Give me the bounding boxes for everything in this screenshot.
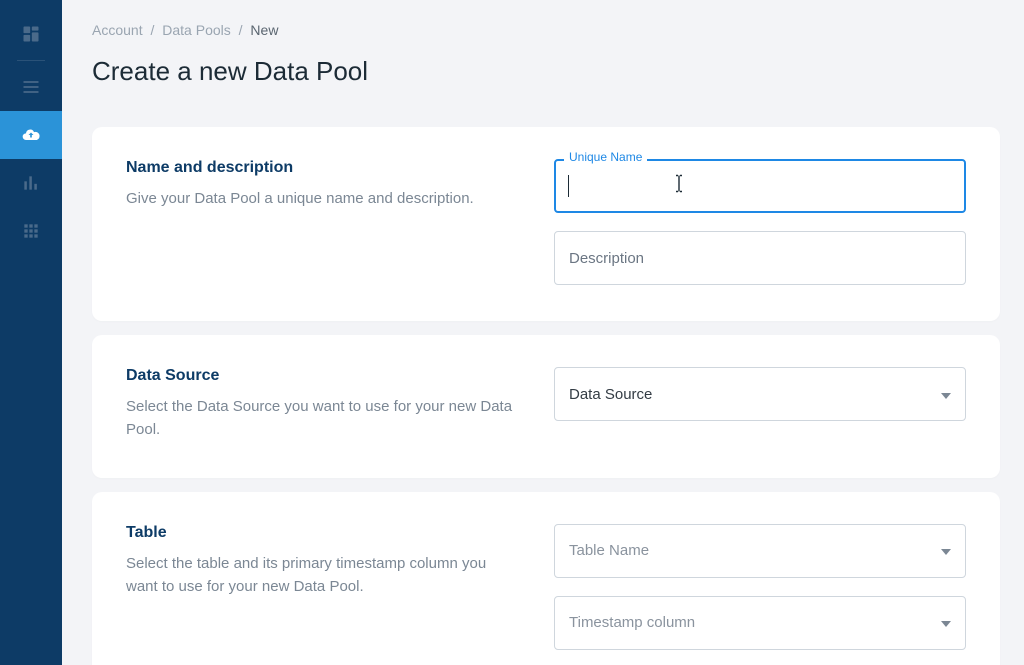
- unique-name-field-wrap: Unique Name: [554, 159, 966, 213]
- nav-cloud-upload[interactable]: [0, 111, 62, 159]
- data-source-select[interactable]: Data Source: [554, 367, 966, 421]
- section-desc: Select the table and its primary timesta…: [126, 552, 514, 599]
- timestamp-column-select[interactable]: Timestamp column: [554, 596, 966, 650]
- list-icon: [21, 77, 41, 97]
- breadcrumb-sep: /: [239, 22, 243, 38]
- description-field-wrap: [554, 231, 966, 285]
- nav-chart[interactable]: [0, 159, 62, 207]
- card-data-source: Data Source Select the Data Source you w…: [92, 335, 1000, 478]
- sidebar: [0, 0, 62, 665]
- apps-icon: [21, 221, 41, 241]
- table-name-select[interactable]: Table Name: [554, 524, 966, 578]
- page-title: Create a new Data Pool: [92, 56, 1000, 87]
- chevron-down-icon: [941, 386, 951, 403]
- breadcrumb-part[interactable]: Account: [92, 22, 143, 38]
- nav-list[interactable]: [0, 63, 62, 111]
- nav-divider: [17, 60, 45, 61]
- timestamp-column-placeholder: Timestamp column: [569, 614, 695, 631]
- chevron-down-icon: [941, 542, 951, 559]
- nav-apps[interactable]: [0, 207, 62, 255]
- text-caret: [568, 175, 569, 197]
- breadcrumb-part[interactable]: Data Pools: [162, 22, 230, 38]
- unique-name-input[interactable]: [554, 159, 966, 213]
- section-desc: Give your Data Pool a unique name and de…: [126, 187, 514, 210]
- breadcrumb-current: New: [250, 22, 278, 38]
- unique-name-label: Unique Name: [564, 150, 647, 164]
- description-input[interactable]: [554, 231, 966, 285]
- section-desc: Select the Data Source you want to use f…: [126, 395, 514, 442]
- main-content: Account / Data Pools / New Create a new …: [62, 0, 1024, 665]
- section-title: Table: [126, 524, 514, 542]
- table-name-placeholder: Table Name: [569, 542, 649, 559]
- data-source-select-label: Data Source: [569, 386, 652, 403]
- dashboard-icon: [21, 24, 41, 44]
- chevron-down-icon: [941, 614, 951, 631]
- breadcrumb: Account / Data Pools / New: [92, 22, 1000, 38]
- card-table: Table Select the table and its primary t…: [92, 492, 1000, 665]
- section-title: Data Source: [126, 367, 514, 385]
- breadcrumb-sep: /: [150, 22, 154, 38]
- section-title: Name and description: [126, 159, 514, 177]
- cloud-upload-icon: [21, 125, 41, 145]
- nav-dashboard[interactable]: [0, 10, 62, 58]
- chart-icon: [21, 173, 41, 193]
- card-name-description: Name and description Give your Data Pool…: [92, 127, 1000, 321]
